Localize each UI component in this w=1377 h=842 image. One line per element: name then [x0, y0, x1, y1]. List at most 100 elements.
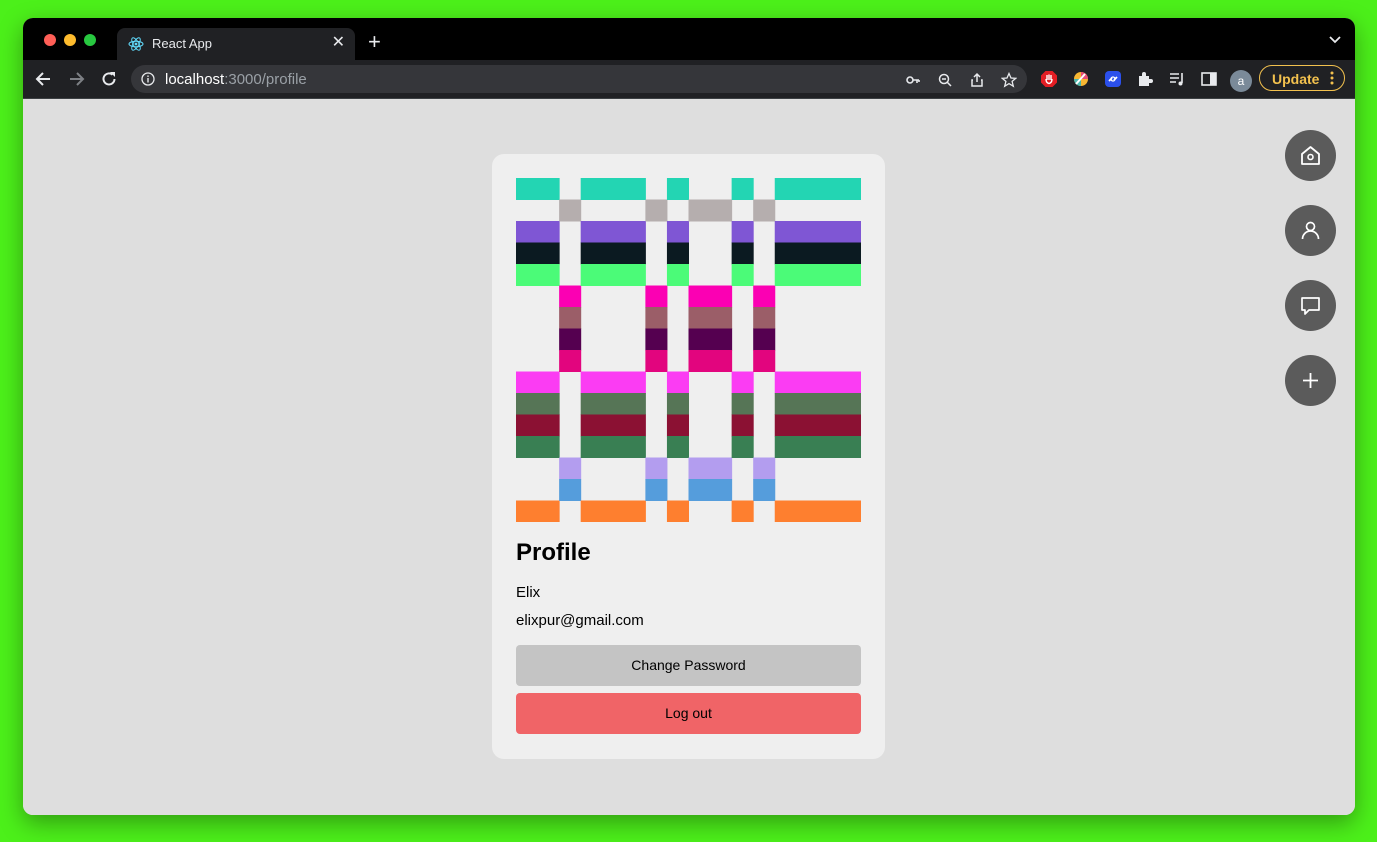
identicon-cell: [559, 457, 582, 480]
browser-window: React App ✕ + localhost:3000/profile a U…: [23, 18, 1355, 815]
home-button[interactable]: [1285, 130, 1336, 181]
identicon-cell: [666, 264, 689, 286]
identicon-cell: [688, 350, 733, 372]
identicon-cell: [645, 350, 668, 372]
identicon-cell: [666, 178, 689, 200]
bookmark-star-icon[interactable]: [1001, 72, 1017, 88]
more-vert-icon: [1330, 71, 1334, 85]
profile-nav-button[interactable]: [1285, 205, 1336, 256]
identicon-cell: [645, 479, 668, 501]
identicon-cell: [559, 328, 582, 351]
identicon-cell: [731, 221, 754, 243]
identicon-cell: [666, 500, 689, 522]
identicon-cell: [580, 436, 646, 458]
identicon-cell: [731, 264, 754, 286]
identicon-cell: [731, 393, 754, 415]
tab-react-app[interactable]: React App ✕: [117, 28, 355, 60]
identicon-cell: [774, 221, 861, 243]
identicon-cell: [516, 436, 560, 458]
identicon-cell: [688, 328, 733, 351]
identicon-cell: [516, 221, 560, 243]
identicon-cell: [559, 350, 582, 372]
identicon-cell: [580, 221, 646, 243]
identicon-cell: [580, 393, 646, 415]
color-picker-icon[interactable]: [1072, 70, 1090, 88]
link-extension-icon[interactable]: [1104, 70, 1122, 88]
side-panel-icon[interactable]: [1200, 70, 1218, 88]
identicon-cell: [731, 414, 754, 437]
identicon-cell: [580, 242, 646, 265]
browser-toolbar: localhost:3000/profile a Update: [23, 60, 1355, 99]
chevron-down-icon[interactable]: [1329, 36, 1341, 44]
identicon-cell: [731, 436, 754, 458]
identicon-cell: [645, 457, 668, 480]
change-password-button[interactable]: Change Password: [516, 645, 861, 686]
identicon-cell: [753, 199, 776, 222]
url-text[interactable]: localhost:3000/profile: [165, 71, 307, 88]
back-arrow-icon[interactable]: [34, 69, 54, 89]
identicon-cell: [666, 393, 689, 415]
maximize-window-button[interactable]: [84, 34, 96, 46]
media-queue-icon[interactable]: [1168, 70, 1186, 88]
identicon-cell: [666, 371, 689, 394]
plus-icon[interactable]: +: [368, 30, 381, 54]
close-icon[interactable]: ✕: [332, 34, 345, 52]
identicon-cell: [580, 500, 646, 522]
identicon-cell: [516, 371, 560, 394]
identicon-cell: [516, 500, 560, 522]
identicon-cell: [559, 307, 582, 329]
identicon-cell: [666, 221, 689, 243]
identicon-cell: [731, 178, 754, 200]
identicon-cell: [774, 178, 861, 200]
identicon-cell: [753, 307, 776, 329]
identicon-cell: [516, 264, 560, 286]
identicon-cell: [580, 414, 646, 437]
identicon-cell: [731, 242, 754, 265]
identicon-cell: [580, 371, 646, 394]
identicon-cell: [774, 242, 861, 265]
logout-button[interactable]: Log out: [516, 693, 861, 734]
identicon-cell: [753, 350, 776, 372]
identicon-cell: [580, 178, 646, 200]
identicon-cell: [753, 285, 776, 308]
reload-icon[interactable]: [99, 69, 119, 89]
identicon-cell: [753, 479, 776, 501]
identicon-cell: [666, 414, 689, 437]
chat-button[interactable]: [1285, 280, 1336, 331]
identicon-cell: [774, 436, 861, 458]
tab-bar: React App ✕ +: [23, 18, 1355, 60]
chat-icon: [1301, 297, 1320, 315]
identicon-cell: [666, 436, 689, 458]
update-button[interactable]: Update: [1259, 65, 1345, 91]
identicon-avatar: [516, 178, 861, 522]
identicon-cell: [645, 199, 668, 222]
zoom-out-icon[interactable]: [937, 72, 953, 88]
page-title: Profile: [516, 539, 591, 566]
identicon-cell: [645, 307, 668, 329]
identicon-cell: [516, 242, 560, 265]
react-logo-icon: [128, 37, 144, 51]
profile-avatar[interactable]: a: [1230, 70, 1252, 92]
identicon-cell: [516, 414, 560, 437]
close-window-button[interactable]: [44, 34, 56, 46]
identicon-cell: [688, 307, 733, 329]
puzzle-icon[interactable]: [1136, 70, 1154, 88]
minimize-window-button[interactable]: [64, 34, 76, 46]
profile-card: Profile Elix elixpur@gmail.com Change Pa…: [492, 154, 885, 759]
share-icon[interactable]: [969, 72, 985, 88]
user-icon: [1301, 221, 1320, 240]
forward-arrow-icon[interactable]: [66, 69, 86, 89]
identicon-cell: [774, 393, 861, 415]
identicon-cell: [516, 393, 560, 415]
adblock-icon[interactable]: [1040, 70, 1058, 88]
address-bar[interactable]: localhost:3000/profile: [131, 65, 1027, 93]
identicon-cell: [645, 285, 668, 308]
identicon-cell: [645, 328, 668, 351]
identicon-cell: [688, 285, 733, 308]
key-icon[interactable]: [905, 72, 921, 88]
plus-icon: [1303, 373, 1318, 388]
add-button[interactable]: [1285, 355, 1336, 406]
site-info-icon[interactable]: [141, 72, 155, 86]
home-icon: [1301, 146, 1320, 165]
identicon-cell: [731, 500, 754, 522]
